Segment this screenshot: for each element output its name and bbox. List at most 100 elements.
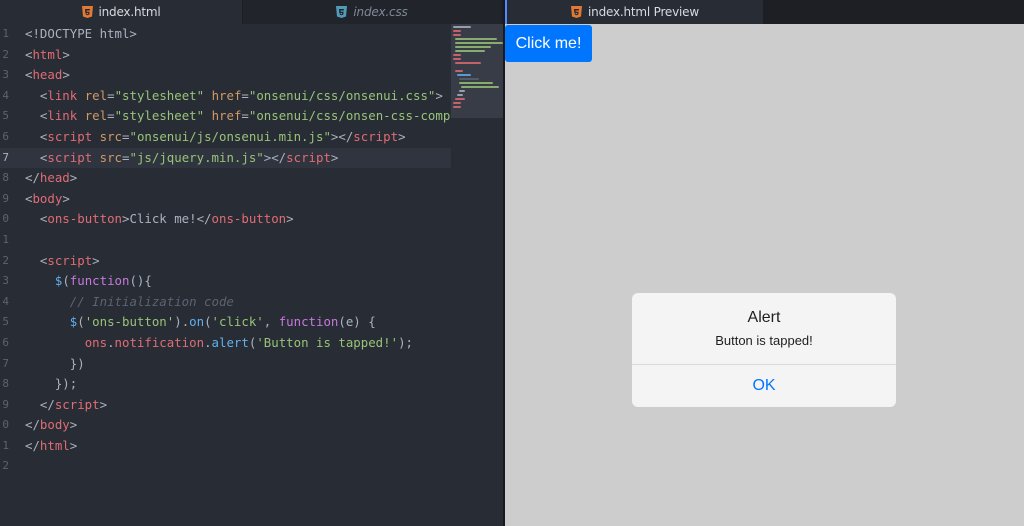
- code-token: src: [99, 128, 123, 144]
- code-text: $(function(){: [25, 271, 152, 292]
- code-token: </: [25, 437, 40, 453]
- code-token: ,: [263, 314, 279, 330]
- code-line[interactable]: 3 <head>: [0, 65, 451, 86]
- code-token: script: [54, 396, 100, 412]
- code-token: 'click': [211, 314, 264, 330]
- code-token: =: [241, 87, 249, 103]
- code-token: <: [25, 128, 48, 144]
- code-line[interactable]: 9 </script>: [0, 395, 451, 416]
- code-line[interactable]: 6 <script src="onsenui/js/onsenui.min.js…: [0, 127, 451, 148]
- code-token: notification: [114, 334, 205, 350]
- line-number: 0: [2, 212, 9, 226]
- minimap-stroke: [455, 50, 485, 52]
- minimap-stroke: [453, 106, 461, 108]
- code-text: </html>: [25, 436, 77, 457]
- code-line[interactable]: 5 $('ons-button').on('click', function(e…: [0, 312, 451, 333]
- code-line[interactable]: 2 <script>: [0, 251, 451, 272]
- minimap[interactable]: [451, 24, 504, 118]
- minimap-stroke: [459, 82, 493, 84]
- code-token: ons: [84, 334, 108, 350]
- line-number: 4: [2, 294, 9, 308]
- code-line[interactable]: 4 // Initialization code: [0, 292, 451, 313]
- code-editor-pane[interactable]: index.html index.css 1 <!DOCTYPE html> 2 <h…: [0, 0, 504, 526]
- code-token: );: [398, 334, 413, 350]
- code-token: (: [204, 314, 212, 330]
- code-token: ).: [174, 314, 190, 330]
- code-token: <: [25, 87, 48, 103]
- code-line[interactable]: 6 ons.notification.alert('Button is tapp…: [0, 333, 451, 354]
- code-token: 'ons-button': [84, 314, 175, 330]
- code-line[interactable]: 9 <body>: [0, 189, 451, 210]
- code-text: <script>: [25, 251, 100, 272]
- minimap-stroke: [455, 42, 503, 44]
- code-text: </head>: [25, 168, 77, 189]
- minimap-stroke: [453, 102, 461, 104]
- code-token: </: [25, 396, 55, 412]
- code-token: alert: [211, 334, 249, 350]
- code-token: ons-button: [47, 211, 122, 227]
- code-token: ons-button: [211, 211, 287, 227]
- code-token: }): [25, 355, 85, 371]
- code-line[interactable]: 2 <html>: [0, 45, 451, 66]
- code-line[interactable]: 8 });: [0, 374, 451, 395]
- code-text: <script src="js/jquery.min.js"></script>: [25, 148, 338, 169]
- minimap-stroke: [455, 98, 465, 100]
- tab-label: index.css: [353, 5, 408, 19]
- alert-ok-button[interactable]: OK: [632, 365, 896, 407]
- code-token: ></: [263, 149, 287, 165]
- code-area[interactable]: 1 <!DOCTYPE html> 2 <html> 3 <head> 4 <link re…: [0, 24, 451, 526]
- code-token: (e) {: [338, 314, 376, 330]
- code-token: src: [99, 149, 123, 165]
- line-number: 3: [2, 274, 9, 288]
- code-token: body: [32, 190, 63, 206]
- code-token: html: [39, 437, 70, 453]
- tab-index-html-preview[interactable]: index.html Preview: [505, 0, 763, 24]
- code-token: .: [107, 334, 115, 350]
- code-token: >: [398, 128, 406, 144]
- code-line[interactable]: 4 <link rel="stylesheet" href="onsenui/c…: [0, 86, 451, 107]
- click-me-button[interactable]: Click me!: [505, 25, 592, 62]
- code-token: ></: [330, 128, 354, 144]
- line-number: 7: [2, 356, 9, 370]
- minimap-stroke: [453, 54, 461, 56]
- html5-icon: [571, 6, 583, 18]
- code-token: =: [241, 108, 249, 124]
- code-token: script: [47, 149, 93, 165]
- minimap-stroke: [461, 86, 499, 88]
- line-number: 2: [2, 47, 9, 61]
- minimap-stroke: [455, 38, 497, 40]
- code-line[interactable]: 2: [0, 456, 451, 477]
- code-token: rel: [84, 108, 108, 124]
- code-token: script: [47, 128, 93, 144]
- tab-index-html[interactable]: index.html: [0, 0, 242, 24]
- code-line[interactable]: 5 <link rel="stylesheet" href="onsenui/c…: [0, 106, 451, 127]
- code-line[interactable]: 0 <ons-button>Click me!</ons-button>: [0, 209, 451, 230]
- code-token: >: [69, 437, 78, 453]
- code-token: "stylesheet": [114, 108, 205, 124]
- code-token: html: [32, 46, 63, 62]
- code-line[interactable]: 1 <!DOCTYPE html>: [0, 24, 451, 45]
- code-text: $('ons-button').on('click', function(e) …: [25, 312, 376, 333]
- minimap-stroke: [453, 34, 461, 36]
- code-line[interactable]: 7 <script src="js/jquery.min.js"></scrip…: [0, 147, 451, 169]
- code-line[interactable]: 3 $(function(){: [0, 271, 451, 292]
- minimap-stroke: [455, 70, 463, 72]
- code-line[interactable]: 0 </body>: [0, 415, 451, 436]
- tab-index-css[interactable]: index.css: [243, 0, 501, 24]
- code-line[interactable]: 8 </head>: [0, 168, 451, 189]
- code-token: href: [211, 87, 242, 103]
- line-number: 1: [2, 27, 9, 40]
- code-text: <ons-button>Click me!</ons-button>: [25, 209, 294, 230]
- code-line[interactable]: 1 </html>: [0, 436, 451, 457]
- code-token: function: [278, 314, 339, 330]
- minimap-stroke: [453, 58, 461, 60]
- code-text: <link rel="stylesheet" href="onsenui/css…: [25, 86, 443, 107]
- line-number: 7: [2, 150, 9, 164]
- code-token: href: [211, 108, 242, 124]
- code-text: ons.notification.alert('Button is tapped…: [25, 333, 413, 354]
- code-text: // Initialization code: [25, 292, 234, 313]
- code-line[interactable]: 1: [0, 230, 451, 251]
- code-line[interactable]: 7 }): [0, 354, 451, 375]
- line-number: 0: [2, 418, 9, 432]
